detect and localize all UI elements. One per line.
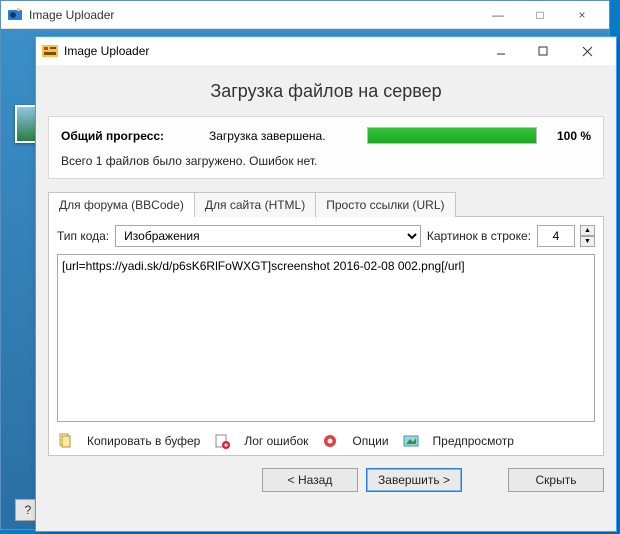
action-bar: Копировать в буфер Лог ошибок Опции Пред… (57, 431, 595, 451)
dialog-minimize-button[interactable] (480, 40, 522, 62)
tab-bbcode[interactable]: Для форума (BBCode) (48, 192, 195, 217)
progress-text: Загрузка завершена. (209, 129, 359, 143)
options-icon (322, 433, 338, 449)
progress-percent: 100 % (545, 129, 591, 143)
output-textarea[interactable] (57, 254, 595, 422)
code-type-label: Тип кода: (57, 229, 109, 243)
maximize-icon (538, 46, 548, 56)
spinner-up[interactable]: ▲ (580, 225, 595, 236)
hide-button[interactable]: Скрыть (508, 468, 604, 492)
parent-titlebar[interactable]: Image Uploader — □ × (1, 1, 609, 29)
status-text: Всего 1 файлов было загружено. Ошибок не… (61, 154, 591, 168)
upload-dialog: Image Uploader Загрузка файлов на сервер… (35, 36, 617, 532)
parent-title: Image Uploader (29, 8, 477, 22)
tab-bar: Для форума (BBCode) Для сайта (HTML) Про… (48, 191, 604, 216)
log-icon (214, 433, 230, 449)
log-action[interactable]: Лог ошибок (244, 434, 308, 448)
per-row-input[interactable] (537, 225, 575, 247)
parent-close-button[interactable]: × (561, 3, 603, 27)
preview-icon (403, 433, 419, 449)
app-icon (7, 7, 23, 23)
options-action[interactable]: Опции (352, 434, 388, 448)
per-row-spinner: ▲ ▼ (580, 225, 595, 247)
preview-action[interactable]: Предпросмотр (433, 434, 514, 448)
dialog-titlebar[interactable]: Image Uploader (36, 37, 616, 65)
back-button[interactable]: < Назад (262, 468, 358, 492)
spinner-down[interactable]: ▼ (580, 236, 595, 247)
per-row-label: Картинок в строке: (427, 229, 531, 243)
tab-html[interactable]: Для сайта (HTML) (194, 192, 316, 217)
dialog-title: Image Uploader (64, 44, 480, 58)
tab-content: Тип кода: Изображения Картинок в строке:… (48, 216, 604, 456)
finish-button[interactable]: Завершить > (366, 468, 462, 492)
parent-minimize-button[interactable]: — (477, 3, 519, 27)
dialog-icon (42, 45, 58, 57)
dialog-heading: Загрузка файлов на сервер (48, 81, 604, 102)
code-type-select[interactable]: Изображения (115, 225, 421, 247)
progress-label: Общий прогресс: (61, 129, 201, 143)
progress-panel: Общий прогресс: Загрузка завершена. 100 … (48, 116, 604, 179)
copy-action[interactable]: Копировать в буфер (87, 434, 200, 448)
parent-maximize-button[interactable]: □ (519, 3, 561, 27)
progress-bar (367, 127, 537, 144)
dialog-footer: < Назад Завершить > Скрыть (48, 458, 604, 496)
close-icon (582, 46, 593, 57)
progress-bar-fill (368, 128, 536, 143)
tab-plain[interactable]: Просто ссылки (URL) (315, 192, 455, 217)
dialog-close-button[interactable] (564, 40, 610, 62)
minimize-icon (496, 46, 506, 56)
copy-icon (57, 433, 73, 449)
dialog-maximize-button[interactable] (522, 40, 564, 62)
